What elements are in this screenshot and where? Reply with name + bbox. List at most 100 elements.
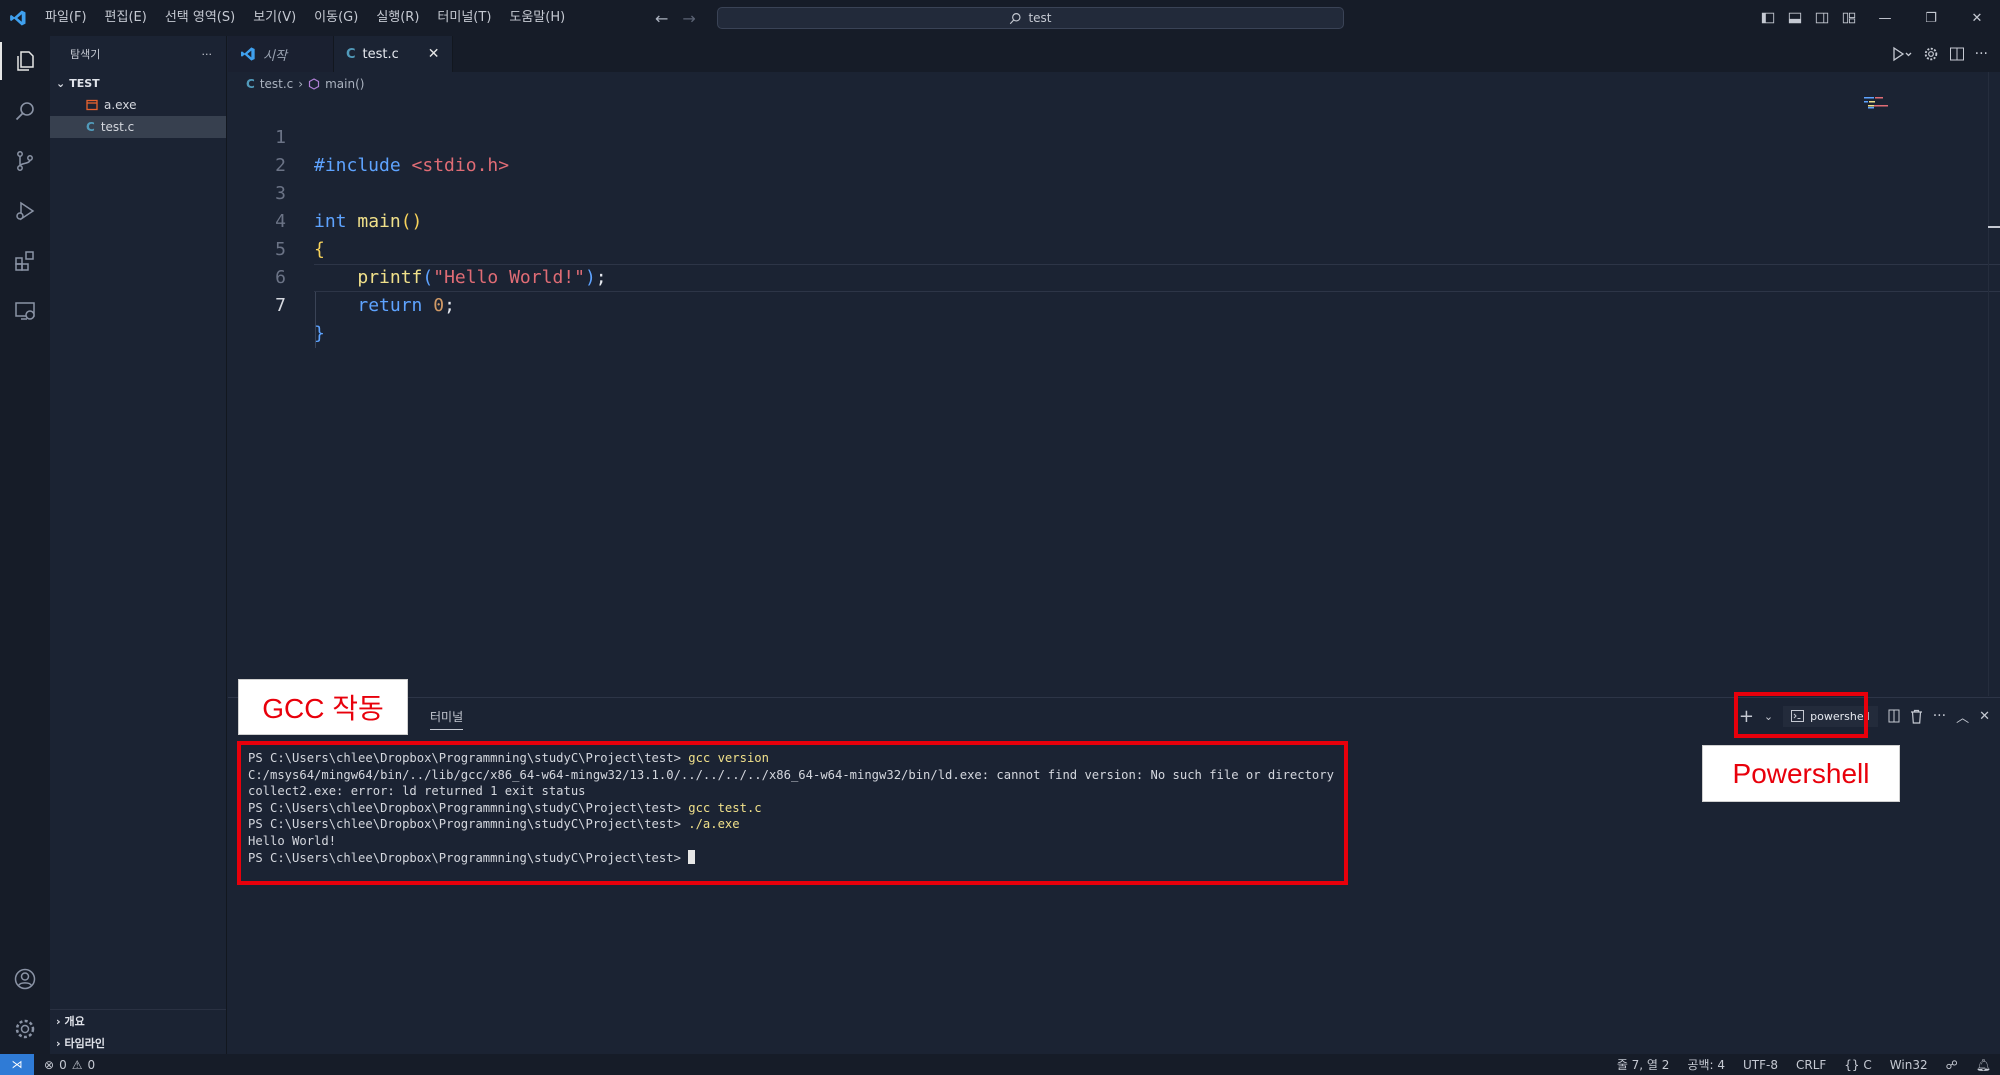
toggle-primary-sidebar-icon[interactable] (1754, 0, 1781, 36)
error-icon: ⊗ (44, 1057, 55, 1072)
exe-file-icon (86, 99, 98, 111)
breadcrumb: C test.c › main() (228, 72, 364, 96)
warning-count: 0 (87, 1057, 96, 1072)
restore-icon[interactable]: ❐ (1908, 0, 1954, 36)
code-line: 4 { (228, 180, 2000, 260)
menu-run[interactable]: 실행(R) (367, 0, 428, 36)
chevron-down-icon: ⌄ (56, 76, 66, 90)
menu-file[interactable]: 파일(F) (36, 0, 96, 36)
menu-view[interactable]: 보기(V) (244, 0, 305, 36)
toggle-secondary-sidebar-icon[interactable] (1808, 0, 1835, 36)
maximize-panel-icon[interactable]: ︿ (1956, 707, 1969, 726)
remote-explorer-icon[interactable] (0, 286, 50, 336)
menu-go[interactable]: 이동(G) (305, 0, 367, 36)
tab-label: test.c (362, 46, 399, 62)
c-file-icon: C (346, 46, 356, 62)
customize-layout-icon[interactable] (1835, 0, 1862, 36)
trash-icon[interactable] (1910, 709, 1923, 724)
activity-bar (0, 36, 50, 1054)
remote-indicator-icon[interactable]: ⋊ (0, 1054, 34, 1075)
tab-terminal[interactable]: 터미널 (430, 708, 464, 730)
sidebar-header: 탐색기 ··· (50, 36, 226, 72)
vscode-logo-icon (241, 47, 255, 61)
outline-label: 개요 (64, 1015, 85, 1028)
feedback-icon[interactable]: ☍ (1937, 1058, 1967, 1072)
close-panel-icon[interactable]: ✕ (1979, 709, 1990, 724)
chevron-right-icon: › (56, 1014, 61, 1028)
language-mode[interactable]: {} C (1835, 1058, 1881, 1072)
explorer-icon[interactable] (0, 36, 50, 86)
more-actions-icon[interactable]: ··· (1975, 46, 1988, 62)
workspace-folder[interactable]: ⌄ TEST (50, 72, 226, 94)
editor-scrollbar[interactable] (1988, 72, 2000, 696)
close-window-icon[interactable]: ✕ (1954, 0, 2000, 36)
settings-gear-icon[interactable] (1923, 46, 1939, 62)
menu-help[interactable]: 도움말(H) (500, 0, 574, 36)
timeline-section[interactable]: › 타임라인 (50, 1032, 226, 1054)
file-item-test-c[interactable]: C test.c (50, 116, 226, 138)
extensions-icon[interactable] (0, 236, 50, 286)
workspace-folder-label: TEST (69, 76, 100, 90)
breadcrumb-file[interactable]: test.c (260, 77, 293, 91)
menu-selection[interactable]: 선택 영역(S) (156, 0, 244, 36)
problems-indicator[interactable]: ⊗ 0 ⚠ 0 (34, 1058, 95, 1072)
manage-gear-icon[interactable] (0, 1004, 50, 1054)
command-center-search[interactable]: test (717, 7, 1344, 29)
line-number: 7 (275, 295, 286, 316)
source-control-icon[interactable] (0, 136, 50, 186)
more-actions-icon[interactable]: ··· (1933, 708, 1946, 724)
title-bar: 파일(F) 편집(E) 선택 영역(S) 보기(V) 이동(G) 실행(R) 터… (0, 0, 2000, 36)
minimize-icon[interactable]: — (1862, 0, 1908, 36)
account-icon[interactable] (0, 954, 50, 1004)
vscode-logo-icon (0, 0, 36, 36)
file-label: a.exe (104, 98, 137, 112)
search-icon[interactable] (0, 86, 50, 136)
symbol-method-icon (308, 78, 320, 90)
code-line: 7 } (228, 264, 2000, 344)
code-line: 5 printf("Hello World!"); (228, 208, 2000, 288)
more-actions-icon[interactable]: ··· (202, 48, 213, 61)
status-bar: ⋊ ⊗ 0 ⚠ 0 줄 7, 열 2 공백: 4 UTF-8 CRLF {} C… (0, 1054, 2000, 1075)
file-item-a-exe[interactable]: a.exe (50, 94, 226, 116)
indentation[interactable]: 공백: 4 (1678, 1056, 1734, 1073)
titlebar-right: — ❐ ✕ (1754, 0, 2000, 36)
powershell-annotation-label: Powershell (1702, 745, 1900, 802)
menu-bar: 파일(F) 편집(E) 선택 영역(S) 보기(V) 이동(G) 실행(R) 터… (36, 0, 574, 36)
gcc-annotation-label: GCC 작동 (238, 679, 408, 735)
code-line: 6 return 0; (228, 236, 2000, 316)
back-arrow-icon[interactable]: ← (655, 9, 668, 28)
code-editor[interactable]: 1 #include <stdio.h> 2 3 int main() 4 { … (228, 96, 2000, 696)
tab-welcome[interactable]: 시작 (228, 36, 334, 72)
notifications-bell-icon[interactable]: 🔔︎ (1967, 1058, 2000, 1072)
run-debug-icon[interactable] (0, 186, 50, 236)
editor-tabs: 시작 C test.c ✕ ··· (228, 36, 2000, 72)
cursor-position[interactable]: 줄 7, 열 2 (1608, 1056, 1679, 1073)
split-terminal-icon[interactable] (1888, 709, 1900, 723)
forward-arrow-icon[interactable]: → (682, 9, 695, 28)
menu-edit[interactable]: 편집(E) (96, 0, 156, 36)
run-code-icon[interactable] (1891, 46, 1913, 62)
powershell-highlight-box (1734, 692, 1868, 738)
timeline-label: 타임라인 (64, 1037, 106, 1050)
terminal-highlight-box (237, 741, 1348, 885)
minimap[interactable] (1864, 96, 1894, 116)
chevron-right-icon: › (56, 1036, 61, 1050)
cursor-position-marker (1988, 226, 2000, 228)
chevron-right-icon: › (298, 77, 304, 91)
code-line: 2 (228, 124, 2000, 176)
status-right: 줄 7, 열 2 공백: 4 UTF-8 CRLF {} C Win32 ☍ 🔔… (1608, 1054, 2000, 1075)
encoding[interactable]: UTF-8 (1734, 1058, 1787, 1072)
end-of-line[interactable]: CRLF (1787, 1058, 1835, 1072)
platform[interactable]: Win32 (1881, 1058, 1937, 1072)
c-file-icon: C (86, 120, 95, 134)
warning-icon: ⚠ (71, 1057, 83, 1072)
breadcrumb-symbol[interactable]: main() (325, 77, 364, 91)
toggle-panel-icon[interactable] (1781, 0, 1808, 36)
tab-test-c[interactable]: C test.c ✕ (334, 36, 453, 72)
outline-section[interactable]: › 개요 (50, 1010, 226, 1032)
editor-actions: ··· (1891, 36, 2000, 72)
close-icon[interactable]: ✕ (428, 46, 440, 62)
menu-terminal[interactable]: 터미널(T) (428, 0, 500, 36)
split-editor-icon[interactable] (1949, 46, 1965, 62)
tab-label: 시작 (263, 48, 287, 64)
